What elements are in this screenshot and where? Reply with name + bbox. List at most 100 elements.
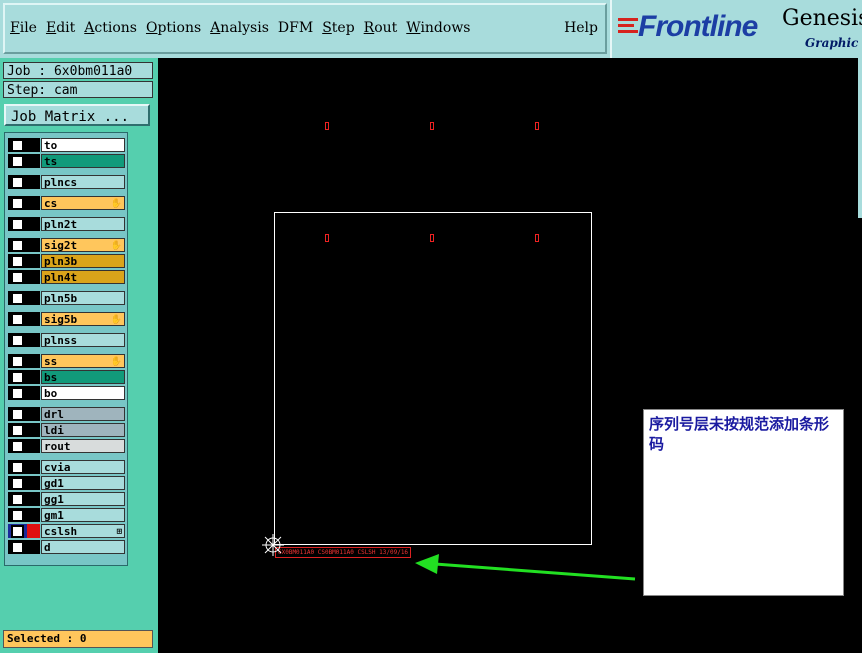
- annotation-arrow-icon: [415, 554, 636, 581]
- layer-row-ldi[interactable]: ldi: [8, 423, 126, 437]
- layer-name[interactable]: gd1: [41, 476, 125, 490]
- hand-icon: ✋: [110, 199, 122, 209]
- step-name-field: Step: cam: [3, 81, 153, 98]
- layer-row-cslsh[interactable]: cslsh ⊞: [8, 524, 126, 538]
- menu-step[interactable]: Step: [322, 20, 354, 36]
- layer-name[interactable]: plnss: [41, 333, 125, 347]
- hand-icon: ✋: [110, 357, 122, 367]
- layer-row-bo[interactable]: bo: [8, 386, 126, 400]
- layer-checkbox[interactable]: [11, 541, 24, 554]
- layer-name[interactable]: pln5b: [41, 291, 125, 305]
- crosshair-icon: [262, 534, 284, 556]
- layer-name[interactable]: ts: [41, 154, 125, 168]
- layer-row-pln3b[interactable]: pln3b: [8, 254, 126, 268]
- layer-name[interactable]: rout: [41, 439, 125, 453]
- hand-icon: ✋: [110, 315, 122, 325]
- menu-dfm[interactable]: DFM: [278, 20, 313, 36]
- layer-name[interactable]: pln2t: [41, 217, 125, 231]
- layer-checkbox[interactable]: [11, 509, 24, 522]
- layer-name[interactable]: bs: [41, 370, 125, 384]
- layer-row-plnss[interactable]: plnss: [8, 333, 126, 347]
- menu-analysis[interactable]: Analysis: [210, 20, 269, 36]
- layer-name[interactable]: bo: [41, 386, 125, 400]
- menu-actions[interactable]: Actions: [84, 20, 137, 36]
- menu-rout[interactable]: Rout: [364, 20, 398, 36]
- layer-name[interactable]: sig5b ✋: [41, 312, 125, 326]
- layer-checkbox[interactable]: [11, 255, 24, 268]
- layer-name[interactable]: pln3b: [41, 254, 125, 268]
- layer-row-ts[interactable]: ts: [8, 154, 126, 168]
- layer-checkbox[interactable]: [11, 271, 24, 284]
- layer-checkbox[interactable]: [11, 334, 24, 347]
- layer-name[interactable]: d: [41, 540, 125, 554]
- layer-name[interactable]: cvia: [41, 460, 125, 474]
- menu-edit[interactable]: Edit: [46, 20, 75, 36]
- layer-name[interactable]: drl: [41, 407, 125, 421]
- job-name-field: Job : 6x0bm011a0: [3, 62, 153, 79]
- menu-windows[interactable]: Windows: [406, 20, 470, 36]
- layer-row-sig2t[interactable]: sig2t ✋: [8, 238, 126, 252]
- grid-icon: ⊞: [116, 527, 122, 537]
- logo-lines-icon: [618, 14, 638, 40]
- layer-name[interactable]: to: [41, 138, 125, 152]
- layer-checkbox[interactable]: [11, 139, 24, 152]
- layer-checkbox[interactable]: [11, 477, 24, 490]
- layer-row-gg1[interactable]: gg1: [8, 492, 126, 506]
- layer-row-cvia[interactable]: cvia: [8, 460, 126, 474]
- layer-checkbox[interactable]: [11, 292, 24, 305]
- layer-name[interactable]: cs ✋: [41, 196, 125, 210]
- layer-checkbox[interactable]: [11, 197, 24, 210]
- layer-row-pln2t[interactable]: pln2t: [8, 217, 126, 231]
- layer-checkbox[interactable]: [11, 525, 24, 538]
- layer-checkbox[interactable]: [11, 424, 24, 437]
- menu-options[interactable]: Options: [146, 20, 201, 36]
- logo-text: Frontline: [638, 10, 758, 43]
- layer-checkbox[interactable]: [11, 440, 24, 453]
- layer-checkbox[interactable]: [11, 493, 24, 506]
- layer-row-pln5b[interactable]: pln5b: [8, 291, 126, 305]
- layer-checkbox[interactable]: [11, 387, 24, 400]
- layer-row-drl[interactable]: drl: [8, 407, 126, 421]
- layer-row-sig5b[interactable]: sig5b ✋: [8, 312, 126, 326]
- pad-mark: [535, 122, 539, 130]
- layer-checkbox[interactable]: [11, 461, 24, 474]
- layer-name[interactable]: ss ✋: [41, 354, 125, 368]
- layer-row-d[interactable]: d: [8, 540, 126, 554]
- layer-checkbox[interactable]: [11, 239, 24, 252]
- selected-count: Selected : 0: [3, 630, 153, 648]
- layer-row-rout[interactable]: rout: [8, 439, 126, 453]
- menu-help[interactable]: Help: [564, 20, 598, 36]
- barcode-text: 6X0BM011A0 CS0BM011A0 CSLSH 13/09/16 14:…: [275, 547, 411, 558]
- layer-name[interactable]: sig2t ✋: [41, 238, 125, 252]
- layer-row-bs[interactable]: bs: [8, 370, 126, 384]
- layer-row-cs[interactable]: cs ✋: [8, 196, 126, 210]
- menu-file[interactable]: File: [10, 20, 37, 36]
- pad-mark: [325, 234, 329, 242]
- layer-name[interactable]: ldi: [41, 423, 125, 437]
- layer-checkbox[interactable]: [11, 155, 24, 168]
- right-edge-strip: [858, 58, 862, 218]
- layer-name[interactable]: pln4t: [41, 270, 125, 284]
- layer-row-ss[interactable]: ss ✋: [8, 354, 126, 368]
- layer-checkbox[interactable]: [11, 313, 24, 326]
- layer-name[interactable]: gg1: [41, 492, 125, 506]
- layer-row-gd1[interactable]: gd1: [8, 476, 126, 490]
- pad-mark: [430, 122, 434, 130]
- layer-row-to[interactable]: to: [8, 138, 126, 152]
- layer-name[interactable]: gm1: [41, 508, 125, 522]
- job-matrix-button[interactable]: Job Matrix ...: [4, 104, 150, 126]
- layer-checkbox[interactable]: [11, 371, 24, 384]
- layer-row-gm1[interactable]: gm1: [8, 508, 126, 522]
- layer-checkbox[interactable]: [11, 408, 24, 421]
- layer-checkbox[interactable]: [11, 218, 24, 231]
- pad-mark: [325, 122, 329, 130]
- layer-row-plncs[interactable]: plncs: [8, 175, 126, 189]
- menu-list: File Edit Actions Options Analysis DFM S…: [10, 20, 480, 36]
- layer-checkbox[interactable]: [11, 176, 24, 189]
- layer-row-pln4t[interactable]: pln4t: [8, 270, 126, 284]
- hand-icon: ✋: [110, 241, 122, 251]
- frontline-logo-panel: Frontline Genesis Graphic E: [610, 0, 862, 58]
- layer-name[interactable]: cslsh ⊞: [41, 524, 125, 538]
- layer-checkbox[interactable]: [11, 355, 24, 368]
- layer-name[interactable]: plncs: [41, 175, 125, 189]
